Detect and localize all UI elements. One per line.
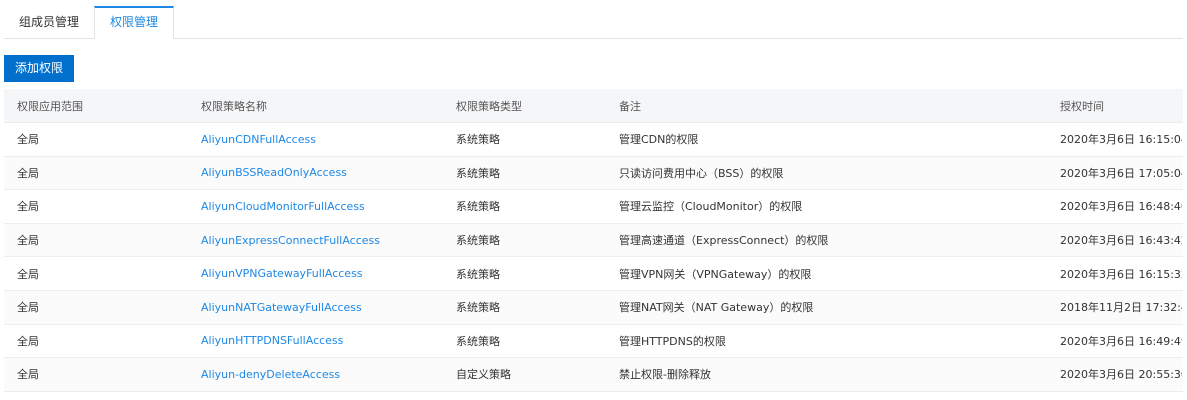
policy-name-link[interactable]: AliyunNATGatewayFullAccess bbox=[201, 301, 362, 314]
table-row: 全局 AliyunVPNGatewayFullAccess 系统策略 管理VPN… bbox=[4, 257, 1183, 291]
cell-policy-type: 自定义策略 bbox=[456, 368, 511, 382]
table-row: 全局 AliyunNATGatewayFullAccess 系统策略 管理NAT… bbox=[4, 290, 1183, 325]
cell-grant-time: 2020年3月6日 16:15:32 bbox=[1060, 267, 1182, 281]
cell-note: 管理CDN的权限 bbox=[619, 133, 699, 147]
cell-grant-time: 2018年11月2日 17:32:40 bbox=[1060, 301, 1182, 315]
tab-permission-management[interactable]: 权限管理 bbox=[94, 6, 175, 39]
add-permission-button[interactable]: 添加权限 bbox=[4, 55, 74, 82]
cell-scope: 全局 bbox=[17, 301, 39, 315]
cell-note: 管理VPN网关（VPNGateway）的权限 bbox=[619, 267, 812, 281]
cell-policy-name-link[interactable]: AliyunNATGatewayFullAccess bbox=[201, 291, 451, 324]
cell-grant-time: 2020年3月6日 17:05:04 bbox=[1060, 166, 1182, 180]
cell-scope: 全局 bbox=[17, 334, 39, 348]
column-header-scope: 权限应用范围 bbox=[17, 99, 83, 113]
table-row: 全局 AliyunCloudMonitorFullAccess 系统策略 管理云… bbox=[4, 190, 1183, 224]
cell-grant-time: 2020年3月6日 16:48:40 bbox=[1060, 200, 1182, 214]
cell-note: 只读访问费用中心（BSS）的权限 bbox=[619, 166, 784, 180]
policy-name-link[interactable]: AliyunBSSReadOnlyAccess bbox=[201, 166, 347, 179]
tab-group-member-management[interactable]: 组成员管理 bbox=[4, 7, 94, 38]
cell-grant-time: 2020年3月6日 20:55:30 bbox=[1060, 368, 1182, 382]
cell-note: 管理HTTPDNS的权限 bbox=[619, 334, 726, 348]
cell-scope: 全局 bbox=[17, 267, 39, 281]
policy-name-link[interactable]: Aliyun-denyDeleteAccess bbox=[201, 368, 340, 381]
cell-policy-name-link[interactable]: AliyunCDNFullAccess bbox=[201, 123, 451, 156]
policy-name-link[interactable]: AliyunVPNGatewayFullAccess bbox=[201, 267, 363, 280]
policy-name-link[interactable]: AliyunCDNFullAccess bbox=[201, 133, 316, 146]
cell-grant-time: 2020年3月6日 16:43:42 bbox=[1060, 234, 1182, 248]
tab-bar: 组成员管理 权限管理 bbox=[4, 6, 1183, 39]
table-row: 全局 AliyunCDNFullAccess 系统策略 管理CDN的权限 202… bbox=[4, 123, 1183, 157]
permission-table: 权限应用范围 权限策略名称 权限策略类型 备注 授权时间 全局 AliyunCD… bbox=[4, 89, 1183, 392]
cell-policy-name-link[interactable]: AliyunHTTPDNSFullAccess bbox=[201, 325, 451, 358]
table-header-row: 权限应用范围 权限策略名称 权限策略类型 备注 授权时间 bbox=[4, 89, 1183, 123]
cell-policy-type: 系统策略 bbox=[456, 133, 500, 147]
column-header-policy-name: 权限策略名称 bbox=[201, 99, 267, 113]
cell-scope: 全局 bbox=[17, 133, 39, 147]
cell-policy-type: 系统策略 bbox=[456, 301, 500, 315]
cell-scope: 全局 bbox=[17, 368, 39, 382]
cell-policy-type: 系统策略 bbox=[456, 200, 500, 214]
cell-note: 禁止权限-删除释放 bbox=[619, 368, 711, 382]
cell-policy-type: 系统策略 bbox=[456, 166, 500, 180]
policy-name-link[interactable]: AliyunCloudMonitorFullAccess bbox=[201, 200, 365, 213]
cell-note: 管理NAT网关（NAT Gateway）的权限 bbox=[619, 301, 814, 315]
cell-policy-type: 系统策略 bbox=[456, 267, 500, 281]
cell-policy-type: 系统策略 bbox=[456, 334, 500, 348]
table-row: 全局 AliyunExpressConnectFullAccess 系统策略 管… bbox=[4, 223, 1183, 258]
column-header-note: 备注 bbox=[619, 99, 641, 113]
cell-grant-time: 2020年3月6日 16:15:04 bbox=[1060, 133, 1182, 147]
column-header-grant-time: 授权时间 bbox=[1060, 99, 1104, 113]
cell-scope: 全局 bbox=[17, 166, 39, 180]
policy-name-link[interactable]: AliyunHTTPDNSFullAccess bbox=[201, 334, 343, 347]
table-row: 全局 Aliyun-denyDeleteAccess 自定义策略 禁止权限-删除… bbox=[4, 358, 1183, 392]
cell-policy-name-link[interactable]: AliyunCloudMonitorFullAccess bbox=[201, 190, 451, 223]
cell-policy-name-link[interactable]: Aliyun-denyDeleteAccess bbox=[201, 358, 451, 391]
cell-policy-name-link[interactable]: AliyunExpressConnectFullAccess bbox=[201, 224, 451, 257]
table-row: 全局 AliyunBSSReadOnlyAccess 系统策略 只读访问费用中心… bbox=[4, 156, 1183, 191]
cell-grant-time: 2020年3月6日 16:49:49 bbox=[1060, 334, 1182, 348]
policy-name-link[interactable]: AliyunExpressConnectFullAccess bbox=[201, 234, 380, 247]
cell-scope: 全局 bbox=[17, 200, 39, 214]
cell-policy-name-link[interactable]: AliyunVPNGatewayFullAccess bbox=[201, 257, 451, 290]
cell-note: 管理高速通道（ExpressConnect）的权限 bbox=[619, 234, 829, 248]
cell-scope: 全局 bbox=[17, 234, 39, 248]
cell-note: 管理云监控（CloudMonitor）的权限 bbox=[619, 200, 803, 214]
cell-policy-name-link[interactable]: AliyunBSSReadOnlyAccess bbox=[201, 157, 451, 190]
column-header-policy-type: 权限策略类型 bbox=[456, 99, 522, 113]
table-row: 全局 AliyunHTTPDNSFullAccess 系统策略 管理HTTPDN… bbox=[4, 325, 1183, 359]
permission-management-page: 组成员管理 权限管理 添加权限 权限应用范围 权限策略名称 权限策略类型 备注 … bbox=[0, 0, 1187, 400]
cell-policy-type: 系统策略 bbox=[456, 234, 500, 248]
